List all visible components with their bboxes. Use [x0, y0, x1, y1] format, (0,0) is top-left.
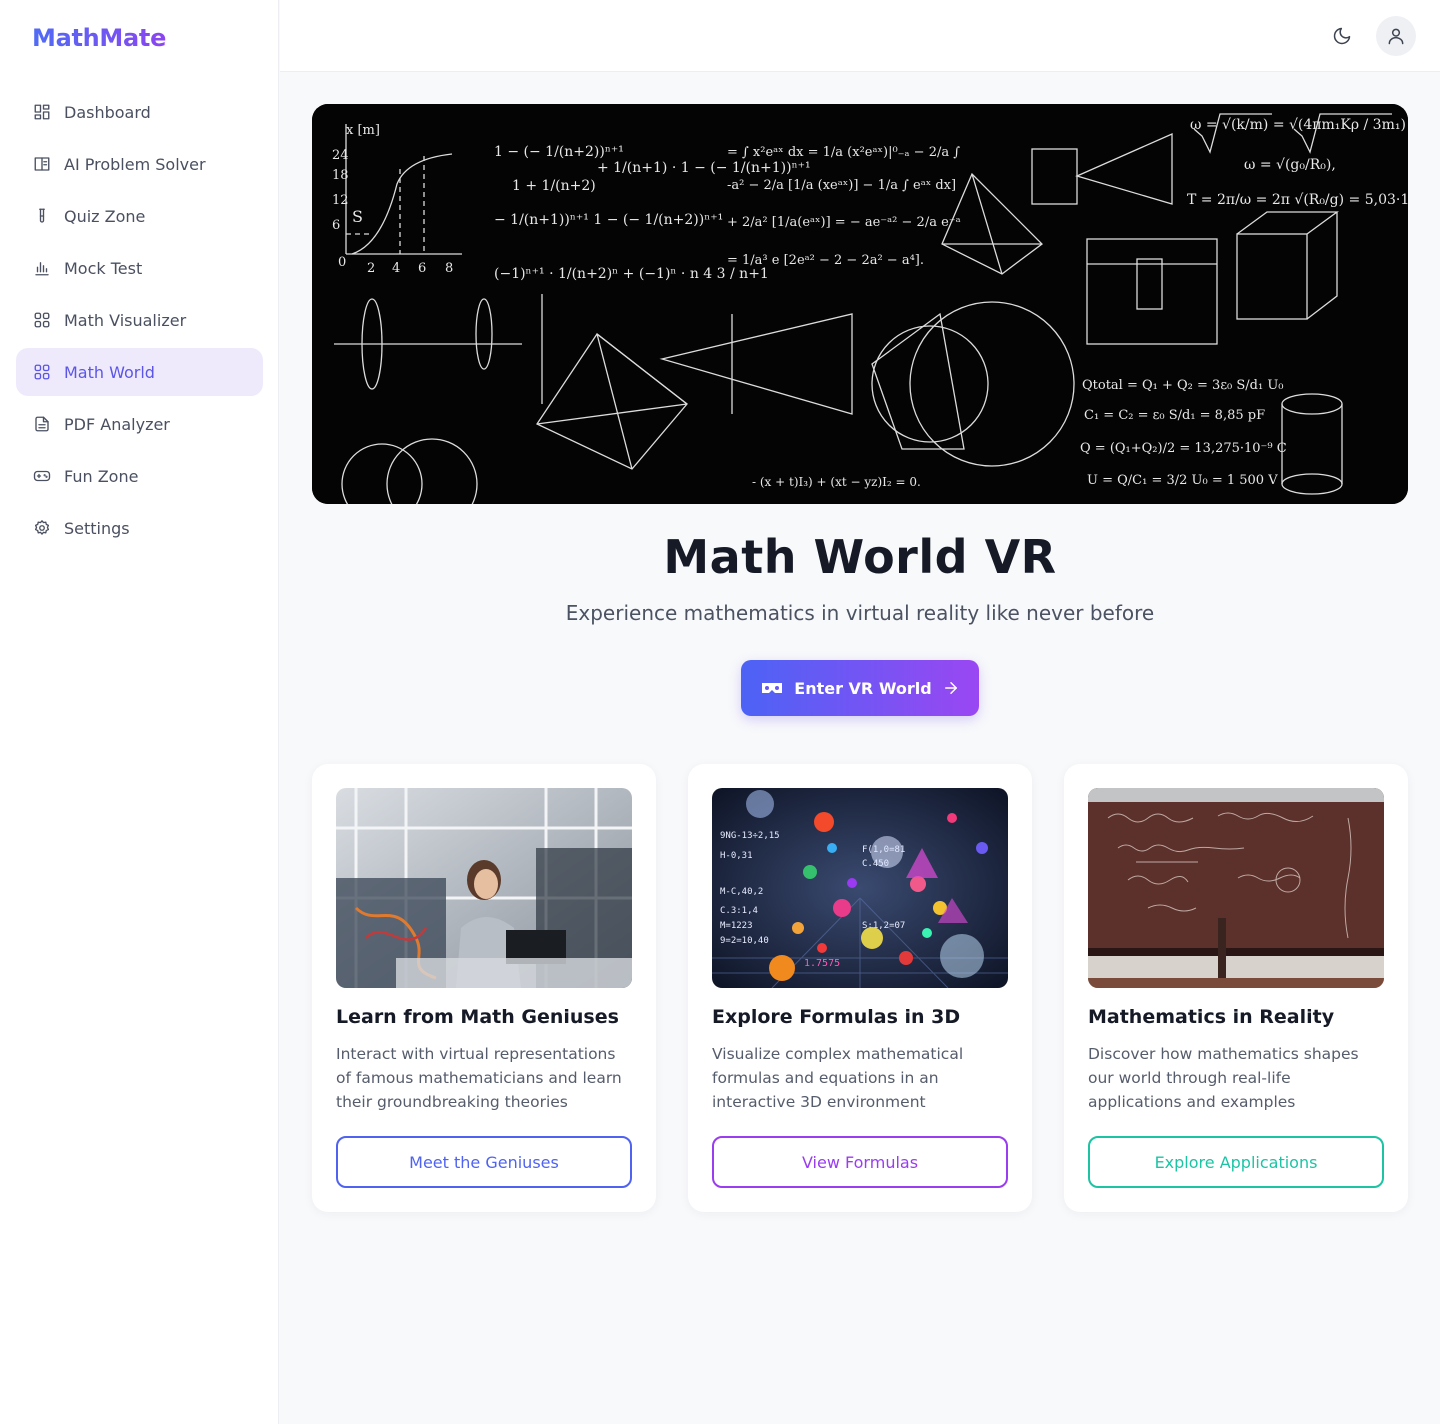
svg-text:1.7575: 1.7575	[804, 958, 840, 969]
svg-text:1 + 1/(n+2): 1 + 1/(n+2)	[512, 178, 596, 194]
svg-text:x [m]: x [m]	[346, 123, 380, 138]
svg-text:U = Q/C₁ = 3/2 U₀ = 1 500 V: U = Q/C₁ = 3/2 U₀ = 1 500 V	[1087, 473, 1278, 488]
sidebar-item-label: Math Visualizer	[64, 310, 187, 330]
card-description: Discover how mathematics shapes our worl…	[1088, 1045, 1359, 1111]
feature-card-reality: Mathematics in Reality Discover how math…	[1064, 764, 1408, 1212]
svg-text:M-C,40,2: M-C,40,2	[720, 887, 763, 897]
card-image-blackboard	[1088, 788, 1384, 988]
sidebar-item-label: Mock Test	[64, 258, 143, 278]
card-image-3d-formulas: 9NG-13÷2,15 H-0,31 M-C,40,2 C.3:1,4 M=1223…	[712, 788, 1008, 988]
sidebar-item-mock-test[interactable]: Mock Test	[16, 244, 263, 292]
svg-text:C.3:1,4: C.3:1,4	[720, 906, 758, 916]
card-title: Mathematics in Reality	[1088, 1006, 1335, 1028]
sidebar-item-settings[interactable]: Settings	[16, 504, 263, 552]
enter-vr-world-button[interactable]: Enter VR World	[741, 660, 979, 716]
svg-text:0: 0	[338, 255, 346, 270]
svg-text:9=2=10,40: 9=2=10,40	[720, 936, 769, 946]
svg-text:- (x + t)I₃) + (xt − yz)I₂ = 0: - (x + t)I₃) + (xt − yz)I₂ = 0.	[752, 475, 921, 489]
gear-icon	[32, 518, 52, 538]
svg-text:M=1223: M=1223	[720, 921, 753, 931]
sidebar-item-pdf-analyzer[interactable]: PDF Analyzer	[16, 400, 263, 448]
sidebar-item-label: Dashboard	[64, 102, 151, 122]
page-title: Math World VR	[663, 530, 1057, 584]
page-subtitle: Experience mathematics in virtual realit…	[565, 601, 1155, 625]
svg-text:18: 18	[332, 168, 349, 183]
gamepad-icon	[32, 466, 52, 486]
hero-chalkboard-image: x [m] 24 18 12 60 2468 S 1 − (− 1/(n+2))ⁿ⁺…	[312, 104, 1408, 504]
sidebar-item-label: Settings	[64, 518, 130, 538]
svg-text:6: 6	[332, 218, 340, 233]
svg-text:= ∫ x²eᵃˣ dx = 1/a (x²eᵃˣ)|⁰₋ₐ: = ∫ x²eᵃˣ dx = 1/a (x²eᵃˣ)|⁰₋ₐ − 2/a ∫	[727, 145, 960, 160]
sidebar-item-fun-zone[interactable]: Fun Zone	[16, 452, 263, 500]
card-title: Learn from Math Geniuses	[336, 1006, 619, 1028]
bar-chart-icon	[32, 258, 52, 278]
cta-label: Enter VR World	[794, 678, 932, 698]
brand-logo[interactable]: MathMate	[32, 24, 166, 52]
user-avatar-button[interactable]	[1376, 16, 1416, 56]
sidebar-nav: Dashboard AI Problem Solver Quiz Zone Mo…	[16, 88, 263, 556]
svg-text:ω = √(g₀/R₀),: ω = √(g₀/R₀),	[1244, 157, 1336, 173]
sidebar: MathMate Dashboard AI Problem Solver Qui…	[0, 0, 279, 1424]
sidebar-item-label: AI Problem Solver	[64, 154, 206, 174]
svg-text:= 1/a³ e [2eᵃ² − 2 − 2a² − a⁴]: = 1/a³ e [2eᵃ² − 2 − 2a² − a⁴].	[727, 253, 924, 268]
svg-text:− 1/(n+1))ⁿ⁺¹ 1 − (− 1/(n+2))ⁿ: − 1/(n+1))ⁿ⁺¹ 1 − (− 1/(n+2))ⁿ⁺¹	[494, 212, 723, 228]
arrow-right-icon	[942, 679, 960, 697]
theme-toggle-button[interactable]	[1324, 18, 1360, 54]
meet-the-geniuses-button[interactable]: Meet the Geniuses	[336, 1136, 632, 1188]
svg-text:+ 1/(n+1) · 1 − (− 1/(n+1))ⁿ⁺¹: + 1/(n+1) · 1 − (− 1/(n+1))ⁿ⁺¹	[597, 160, 811, 176]
file-text-icon	[32, 414, 52, 434]
feature-card-formulas: 9NG-13÷2,15 H-0,31 M-C,40,2 C.3:1,4 M=1223…	[688, 764, 1032, 1212]
card-image-lab	[336, 788, 632, 988]
svg-text:9NG-13÷2,15: 9NG-13÷2,15	[720, 831, 780, 841]
sidebar-item-label: Quiz Zone	[64, 206, 146, 226]
moon-icon	[1332, 26, 1352, 46]
svg-text:8: 8	[445, 261, 453, 276]
sidebar-item-math-visualizer[interactable]: Math Visualizer	[16, 296, 263, 344]
svg-text:Qtotal = Q₁ + Q₂ = 3ε₀ S/d₁ U₀: Qtotal = Q₁ + Q₂ = 3ε₀ S/d₁ U₀	[1082, 378, 1284, 393]
card-description: Interact with virtual representations of…	[336, 1045, 622, 1111]
svg-text:4: 4	[392, 261, 400, 276]
svg-text:ω = √(k/m) = √(4πm₁Kρ / 3m₁) =: ω = √(k/m) = √(4πm₁Kρ / 3m₁) = √(4πKρ / …	[1190, 117, 1408, 133]
vr-headset-icon	[760, 680, 784, 696]
svg-text:1 − (− 1/(n+2))ⁿ⁺¹: 1 − (− 1/(n+2))ⁿ⁺¹	[494, 144, 624, 160]
sidebar-item-math-world[interactable]: Math World	[16, 348, 263, 396]
view-formulas-button[interactable]: View Formulas	[712, 1136, 1008, 1188]
sidebar-item-label: Fun Zone	[64, 466, 139, 486]
svg-text:2: 2	[367, 261, 375, 276]
svg-text:24: 24	[332, 148, 349, 163]
top-bar	[280, 0, 1440, 72]
sidebar-item-dashboard[interactable]: Dashboard	[16, 88, 263, 136]
svg-text:T = 2π/ω = 2π √(R₀/g) = 5,03·1: T = 2π/ω = 2π √(R₀/g) = 5,03·10³s.	[1187, 192, 1408, 208]
book-icon	[32, 154, 52, 174]
sidebar-item-quiz-zone[interactable]: Quiz Zone	[16, 192, 263, 240]
grid-icon	[32, 310, 52, 330]
grid-icon	[32, 362, 52, 382]
test-tube-icon	[32, 206, 52, 226]
sidebar-item-ai-problem-solver[interactable]: AI Problem Solver	[16, 140, 263, 188]
svg-text:6: 6	[418, 261, 426, 276]
explore-applications-button[interactable]: Explore Applications	[1088, 1136, 1384, 1188]
svg-text:-a² − 2/a [1/a (xeᵃˣ)] − 1/a ∫: -a² − 2/a [1/a (xeᵃˣ)] − 1/a ∫ eᵃˣ dx]	[727, 178, 956, 193]
sidebar-item-label: Math World	[64, 362, 155, 382]
svg-text:Q = (Q₁+Q₂)/2 = 13,275·10⁻⁹ C: Q = (Q₁+Q₂)/2 = 13,275·10⁻⁹ C	[1080, 441, 1287, 456]
svg-text:+ 2/a² [1/a(eᵃˣ)] = − ae⁻ᵃ² −: + 2/a² [1/a(eᵃˣ)] = − ae⁻ᵃ² − 2/a e⁻ᵃ	[727, 215, 961, 230]
card-description: Visualize complex mathematical formulas …	[712, 1045, 964, 1111]
svg-text:H-0,31: H-0,31	[720, 851, 753, 861]
svg-text:12: 12	[332, 193, 349, 208]
user-icon	[1386, 26, 1406, 46]
sidebar-item-label: PDF Analyzer	[64, 414, 170, 434]
svg-text:C₁ = C₂ = ε₀ S/d₁ = 8,85 pF: C₁ = C₂ = ε₀ S/d₁ = 8,85 pF	[1084, 408, 1265, 423]
card-title: Explore Formulas in 3D	[712, 1006, 961, 1028]
svg-text:S: S	[352, 207, 363, 226]
dashboard-icon	[32, 102, 52, 122]
svg-text:(−1)ⁿ⁺¹ · 1/(n+2)ⁿ + (−1)ⁿ · n: (−1)ⁿ⁺¹ · 1/(n+2)ⁿ + (−1)ⁿ · n 4 3 / n+1	[494, 266, 769, 282]
feature-card-geniuses: Learn from Math Geniuses Interact with v…	[312, 764, 656, 1212]
